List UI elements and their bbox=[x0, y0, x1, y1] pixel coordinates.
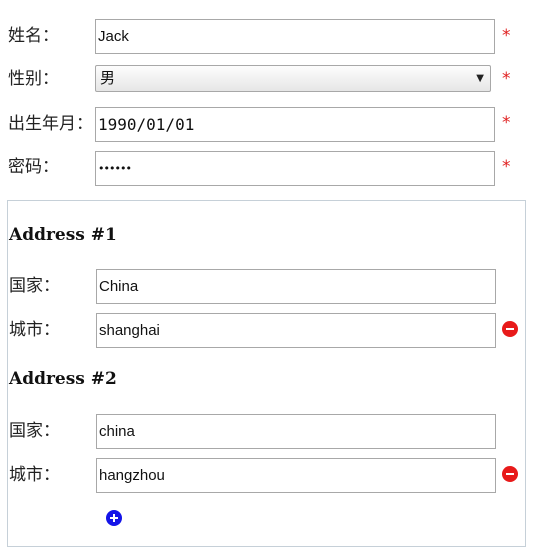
gender-label: 性别： bbox=[8, 69, 59, 89]
address-1-city-label: 城市： bbox=[9, 320, 60, 340]
address-1-country-label: 国家： bbox=[9, 276, 60, 296]
gender-required-mark: * bbox=[502, 69, 511, 89]
minus-circle-icon bbox=[506, 473, 514, 475]
birth-label: 出生年月： bbox=[8, 114, 93, 134]
password-input[interactable]: •••••• bbox=[95, 151, 495, 186]
add-address-button[interactable] bbox=[106, 510, 122, 526]
remove-address-1-button[interactable] bbox=[502, 321, 518, 337]
birth-required-mark: * bbox=[502, 113, 511, 133]
password-label: 密码： bbox=[8, 157, 59, 177]
name-required-mark: * bbox=[502, 26, 511, 46]
address-2-heading: Address #2 bbox=[9, 369, 117, 389]
password-required-mark: * bbox=[502, 157, 511, 177]
address-2-city-label: 城市： bbox=[9, 465, 60, 485]
gender-selected-value: 男 bbox=[100, 69, 116, 87]
address-1-heading: Address #1 bbox=[9, 225, 117, 245]
birth-date-input[interactable]: 1990/01/01 bbox=[95, 107, 495, 142]
name-label: 姓名： bbox=[8, 26, 59, 46]
address-2-country-label: 国家： bbox=[9, 421, 60, 441]
address-1-city-input[interactable]: shanghai bbox=[96, 313, 496, 348]
gender-select[interactable]: 男 ▼ bbox=[95, 65, 491, 92]
address-1-country-input[interactable]: China bbox=[96, 269, 496, 304]
triangle-down-icon: ▼ bbox=[476, 73, 484, 84]
remove-address-2-button[interactable] bbox=[502, 466, 518, 482]
name-input[interactable]: Jack bbox=[95, 19, 495, 54]
address-2-country-input[interactable]: china bbox=[96, 414, 496, 449]
minus-circle-icon bbox=[506, 328, 514, 330]
address-2-city-input[interactable]: hangzhou bbox=[96, 458, 496, 493]
